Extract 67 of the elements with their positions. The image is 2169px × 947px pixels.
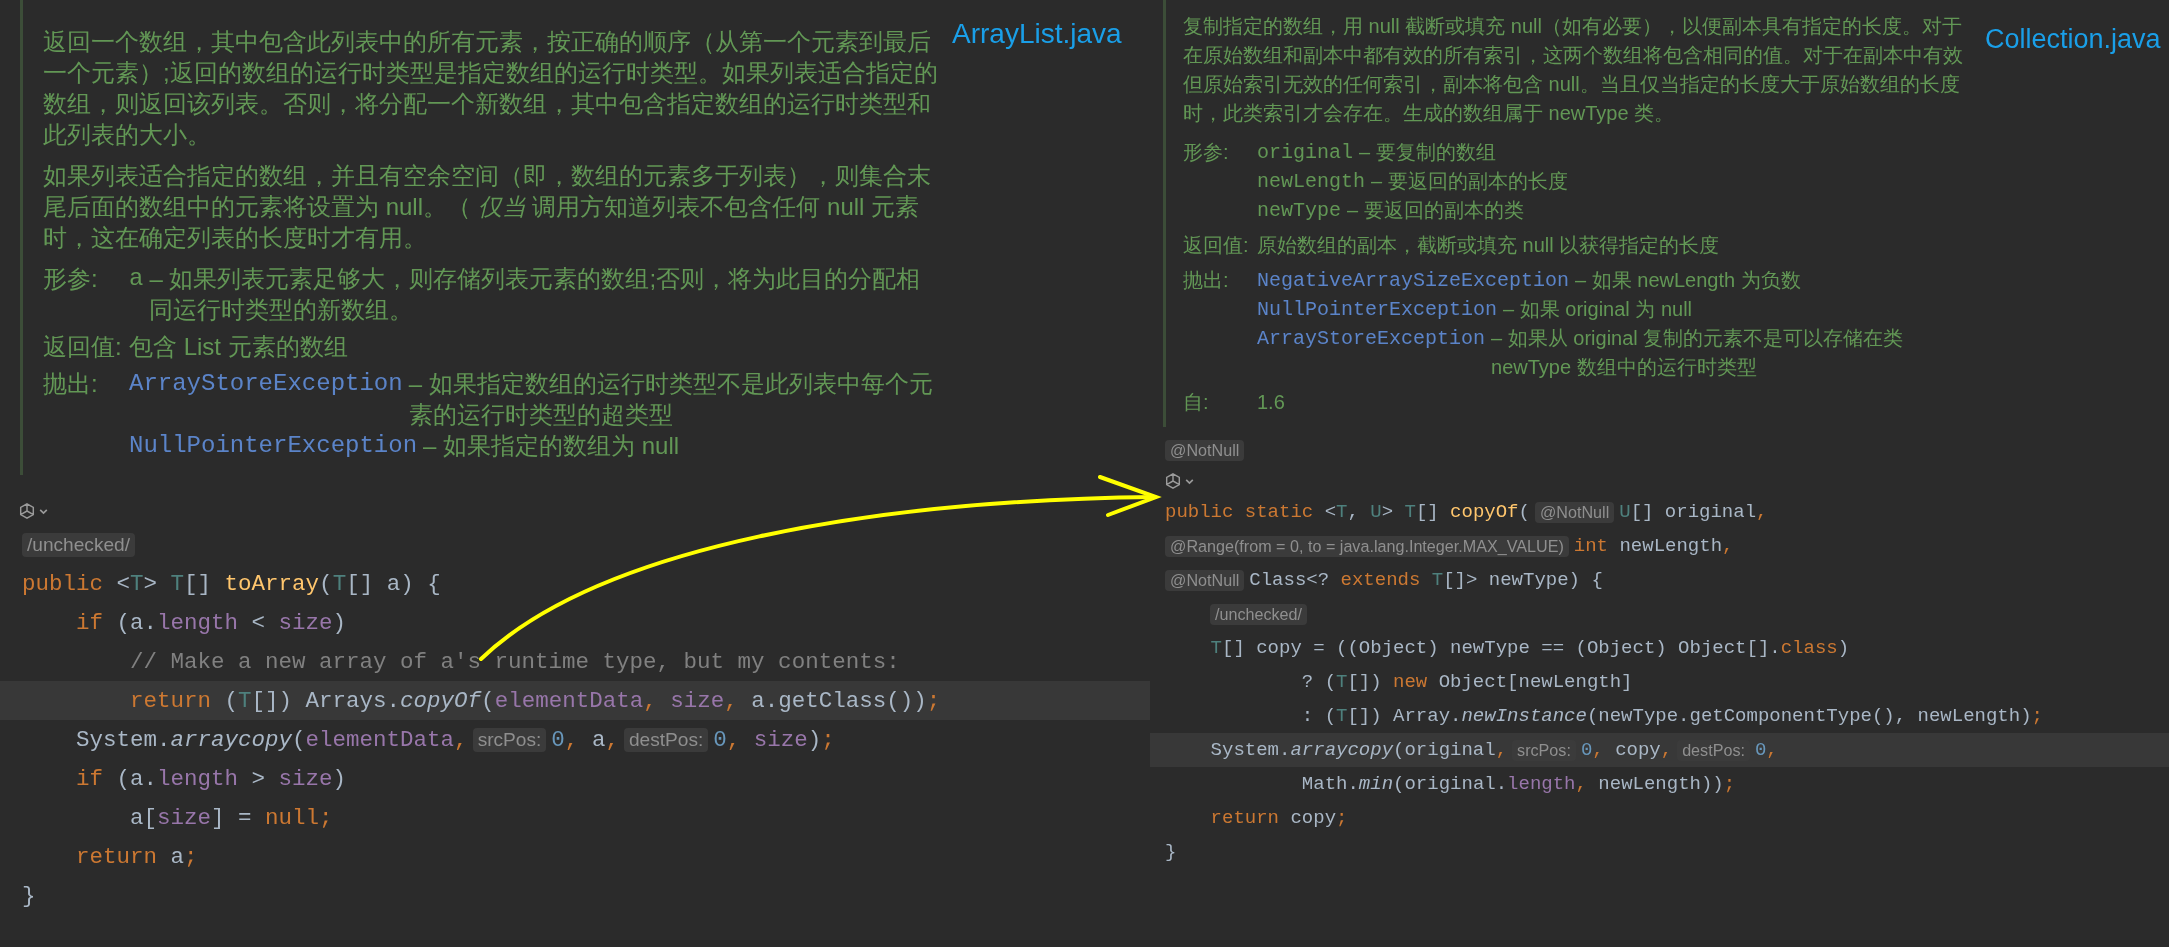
code-text: // Make a new array of a's runtime type, but my contents: [129,648,900,675]
code-text: return copy; [1209,807,1348,829]
tag-description: – 如果指定的数组为 null [423,431,681,461]
code-text: int newLength, [1573,535,1734,557]
file-name-label: ArrayList.java [952,18,1122,50]
inlay-hint: @NotNull [1534,501,1615,523]
doc-paragraph: 返回一个数组，其中包含此列表中的所有元素，按正确的顺序（从第一个元素到最后一个元素）;返回的数组的运行时类型是指定数组的运行时类型。如果列表适合指定的数组，则返回该列表。否则，将分配一个新数组，其中包含指定数组的运行时类型和此列表的大小。 [43,27,938,150]
tag-description: – 如果 newLength 为负数 [1575,268,1802,293]
code-text: a[size] = null; [129,804,333,831]
tag-label: 返回值: [1183,233,1250,258]
tag-description: – 如果指定数组的运行时类型不是此列表中每个元素的运行时类型的超类型 [408,369,934,430]
file-name-label: Collection.java [1985,24,2161,55]
code-text: : (T[]) Array.newInstance(newType.getComponentType(), newLength); [1300,705,2043,727]
parameter-name: a [129,264,144,294]
code-text: 0, copy, [1580,739,1673,761]
tag-description: 原始数组的副本，截断或填充 null 以获得指定的长度 [1257,233,1721,258]
parameter-name: newLength [1257,169,1366,195]
tag-label: 形参: [43,264,99,294]
inlay-hint: /unchecked/ [22,532,136,557]
code-text: Math.min(original.length, newLength)); [1300,773,1736,795]
tag-label: 形参: [1183,140,1230,165]
code-text: System.arraycopy(original, [1209,739,1508,761]
inlay-hint: /unchecked/ [1210,603,1308,625]
inlay-hint: destPos: [623,727,709,752]
tag-description: 1.6 [1257,390,1286,415]
tag-description: 包含 List 元素的数组 [129,332,349,362]
tag-label: 抛出: [43,369,99,399]
exception-link[interactable]: NullPointerException [129,430,418,461]
parameter-name: newType [1257,198,1341,224]
inlay-hint: @NotNull [1165,439,1245,461]
tag-label: 自: [1183,390,1210,415]
inlay-hint: @Range(from = 0, to = java.lang.Integer.MAX_VALUE) [1165,535,1569,557]
code-text: ? (T[]) new Object[newLength] [1300,671,1633,693]
code-text: T[] copy = ((Object) newType == (Object) Object[].class) [1209,637,1850,659]
code-text: } [1165,841,1177,863]
tag-description: – 如果列表元素足够大，则存储列表元素的数组;否则，将为此目的分配相同运行时类型的新数组。 [149,264,922,325]
code-text: 0, a, [551,726,619,753]
code-text: return (T[]) Arrays.copyOf(elementData, size, a.getClass()); [129,687,941,714]
hexagon-icon[interactable] [18,502,36,520]
code-text: return a; [75,843,198,870]
tag-description: – 要返回的副本的类 [1347,198,1525,223]
exception-link[interactable]: NullPointerException [1257,295,1498,324]
code-text: System.arraycopy(elementData, [75,726,468,753]
tag-description: – 要返回的副本的长度 [1371,169,1569,194]
exception-link[interactable]: ArrayStoreException [129,368,403,430]
exception-link[interactable]: ArrayStoreException [1257,324,1486,382]
tag-label: 抛出: [1183,268,1230,293]
doc-paragraph: 复制指定的数组，用 null 截断或填充 null（如有必要），以便副本具有指定的长度。对于在原始数组和副本中都有效的所有索引，这两个数组将包含相同的值。对于在副本中有效但原始索引无效的任何索引，副本将包含 null。当且仅当指定的长度大于原始数组的长度时，此类索引才会存在。生成的数组属于 newType 类。 [1183,14,1964,126]
code-text: if (a.length > size) [75,765,347,792]
code-text: public <T> T[] toArray(T[] a) { [22,570,441,597]
inlay-hint: @NotNull [1165,569,1245,591]
code-text: 0, size); [713,726,835,753]
hexagon-icon[interactable] [1164,472,1182,490]
tag-label: 返回值: [43,332,123,362]
code-text: 0, [1754,739,1778,761]
code-text: } [22,882,36,909]
exception-link[interactable]: NegativeArraySizeException [1257,266,1570,295]
doc-paragraph: 如果列表适合指定的数组，并且有空余空间（即，数组的元素多于列表），则集合末尾后面的数组中的元素将设置为 null。（ 仅当 调用方知道列表不包含任何 null 元素时，这在确定列表的长度时才有用。 [43,161,932,253]
parameter-name: original [1257,140,1353,166]
tag-description: – 要复制的数组 [1359,140,1497,165]
code-text: public static <T, U> T[] copyOf( [1165,501,1530,523]
code-text: if (a.length < size) [75,609,347,636]
code-text: U[] original, [1619,501,1768,523]
inlay-hint: srcPos: [472,727,547,752]
tag-description: – 如果从 original 复制的元素不是可以存储在类 newType 数组中的运行时类型 [1491,326,1905,380]
code-text: Class<? extends T[]> newType) { [1249,569,1603,591]
tag-description: – 如果 original 为 null [1503,297,1693,322]
